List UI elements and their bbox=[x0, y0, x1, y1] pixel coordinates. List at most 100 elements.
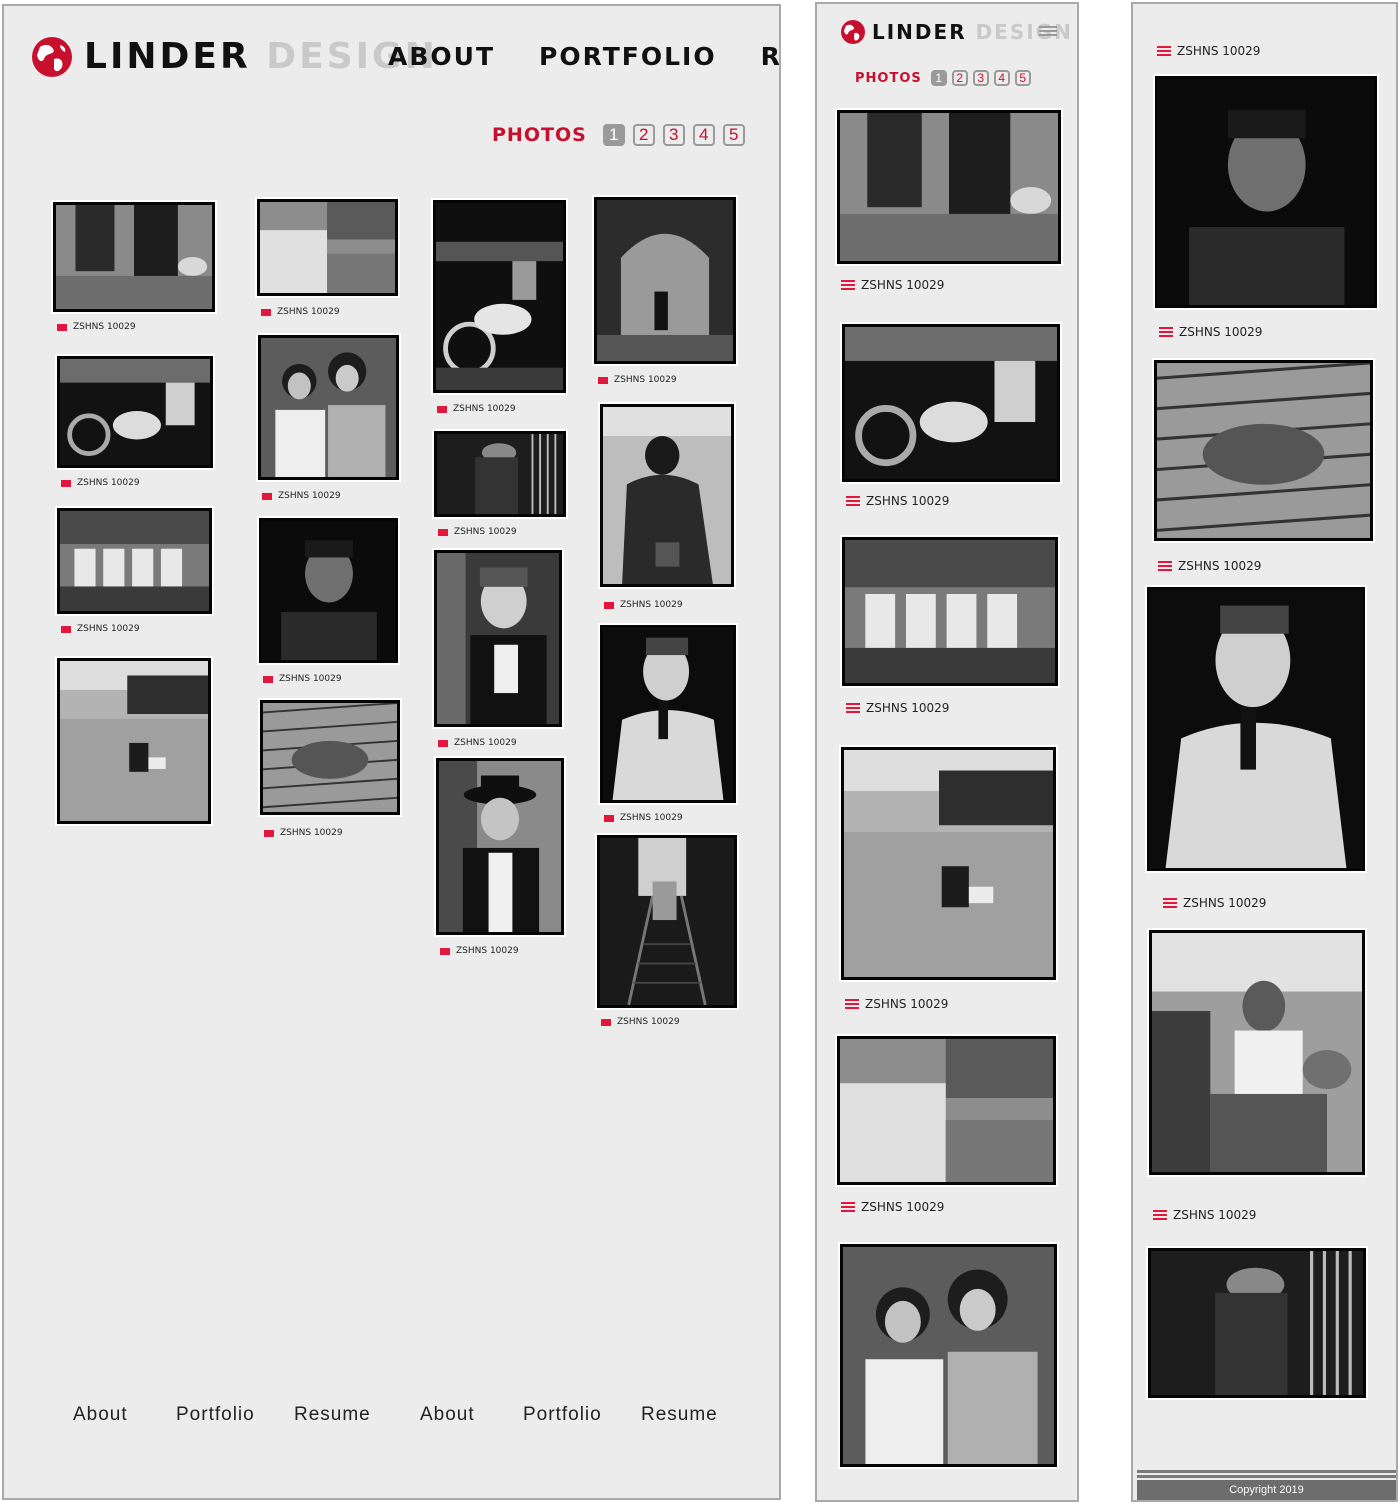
page-3-button[interactable]: 3 bbox=[972, 70, 989, 86]
caption-flag-icon bbox=[841, 1202, 855, 1212]
photo-police-arrest[interactable] bbox=[53, 202, 215, 312]
photo-caption: ZSHNS 10029 bbox=[277, 307, 340, 317]
caption-flag-icon bbox=[604, 814, 614, 822]
photo-caption: ZSHNS 10029 bbox=[614, 375, 677, 385]
photo-hyena[interactable] bbox=[260, 700, 400, 815]
caption-flag-icon bbox=[598, 376, 608, 384]
photo-caption: ZSHNS 10029 bbox=[620, 813, 683, 823]
photo-caption: ZSHNS 10029 bbox=[280, 828, 343, 838]
photo-mother-daughter[interactable] bbox=[258, 335, 399, 480]
photo-caption: ZSHNS 10029 bbox=[1173, 1208, 1257, 1222]
photo-biker-night[interactable] bbox=[433, 200, 566, 393]
caption-flag-icon bbox=[1159, 327, 1173, 337]
page-1-button[interactable]: 1 bbox=[602, 124, 625, 146]
desktop-layout: LINDER DESIGN ABOUT PORTFOLIO RESUME PHO… bbox=[2, 4, 781, 1500]
photo-man-beach[interactable] bbox=[57, 658, 211, 824]
photo-caption: ZSHNS 10029 bbox=[77, 624, 140, 634]
photo-mother-daughter[interactable] bbox=[840, 1244, 1057, 1467]
photo-caption: ZSHNS 10029 bbox=[454, 738, 517, 748]
globe-icon bbox=[841, 20, 865, 44]
nav-about[interactable]: ABOUT bbox=[388, 42, 495, 71]
photo-caption: ZSHNS 10029 bbox=[1178, 559, 1262, 573]
photo-subway-stairs[interactable] bbox=[597, 835, 737, 1008]
photo-caption: ZSHNS 10029 bbox=[279, 674, 342, 684]
photo-man-railing[interactable] bbox=[434, 431, 566, 517]
logo[interactable]: LINDER DESIGN bbox=[32, 36, 438, 77]
page-2-button[interactable]: 2 bbox=[951, 70, 968, 86]
photo-hyena[interactable] bbox=[1154, 360, 1373, 541]
photo-pager: PHOTOS 1 2 3 4 5 bbox=[855, 70, 1031, 86]
photo-woman-fur-coat[interactable] bbox=[600, 404, 734, 587]
brand-word-1: LINDER bbox=[84, 36, 251, 77]
photo-caption: ZSHNS 10029 bbox=[77, 478, 140, 488]
nav-resume[interactable]: RESUME bbox=[761, 42, 779, 71]
hamburger-icon[interactable] bbox=[1039, 26, 1057, 36]
photo-girls-bench[interactable] bbox=[57, 508, 212, 614]
photo-taxi-street[interactable] bbox=[837, 1036, 1056, 1185]
photo-caption: ZSHNS 10029 bbox=[861, 1200, 945, 1214]
photo-young-man-portrait[interactable] bbox=[259, 518, 398, 663]
photo-caption: ZSHNS 10029 bbox=[278, 491, 341, 501]
pager-label: PHOTOS bbox=[492, 124, 587, 146]
nav-portfolio[interactable]: PORTFOLIO bbox=[539, 42, 717, 71]
photo-man-revolver[interactable] bbox=[1147, 587, 1365, 871]
caption-flag-icon bbox=[437, 405, 447, 413]
page-3-button[interactable]: 3 bbox=[662, 124, 685, 146]
photo-caption: ZSHNS 10029 bbox=[866, 494, 950, 508]
page-2-button[interactable]: 2 bbox=[632, 124, 655, 146]
photo-caption: ZSHNS 10029 bbox=[456, 946, 519, 956]
photo-woman-sitting[interactable] bbox=[1149, 930, 1365, 1175]
top-nav: ABOUT PORTFOLIO RESUME bbox=[388, 42, 779, 71]
photo-archway-alley[interactable] bbox=[594, 197, 736, 364]
photo-caption: ZSHNS 10029 bbox=[1179, 325, 1263, 339]
globe-icon bbox=[32, 36, 72, 77]
caption-flag-icon bbox=[1163, 898, 1177, 908]
caption-flag-icon bbox=[1157, 46, 1171, 56]
footer-link-resume[interactable]: Resume bbox=[294, 1404, 371, 1426]
photo-caption: ZSHNS 10029 bbox=[1183, 896, 1267, 910]
photo-biker-garage[interactable] bbox=[57, 356, 213, 468]
photo-man-beach[interactable] bbox=[841, 747, 1056, 980]
photo-caption: ZSHNS 10029 bbox=[617, 1017, 680, 1027]
caption-flag-icon bbox=[841, 280, 855, 290]
brand-word-2: DESIGN bbox=[975, 20, 1073, 44]
caption-flag-icon bbox=[846, 496, 860, 506]
photo-man-railing[interactable] bbox=[1148, 1248, 1366, 1398]
photo-caption: ZSHNS 10029 bbox=[73, 322, 136, 332]
caption-flag-icon bbox=[261, 308, 271, 316]
footer-link-portfolio[interactable]: Portfolio bbox=[523, 1404, 602, 1426]
page-5-button[interactable]: 5 bbox=[722, 124, 745, 146]
caption-flag-icon bbox=[61, 625, 71, 633]
footer-link-portfolio[interactable]: Portfolio bbox=[176, 1404, 255, 1426]
pager-label: PHOTOS bbox=[855, 70, 922, 86]
caption-flag-icon bbox=[601, 1018, 611, 1026]
caption-flag-icon bbox=[263, 675, 273, 683]
page-1-button[interactable]: 1 bbox=[930, 70, 947, 86]
photo-caption: ZSHNS 10029 bbox=[620, 600, 683, 610]
caption-flag-icon bbox=[846, 703, 860, 713]
footer-link-resume[interactable]: Resume bbox=[641, 1404, 718, 1426]
footer-divider bbox=[1137, 1475, 1396, 1478]
photo-man-hat[interactable] bbox=[436, 758, 564, 935]
page-4-button[interactable]: 4 bbox=[993, 70, 1010, 86]
footer-link-about[interactable]: About bbox=[73, 1404, 128, 1426]
photo-caption: ZSHNS 10029 bbox=[1177, 44, 1261, 58]
photo-police-arrest[interactable] bbox=[837, 110, 1061, 264]
photo-girls-bench[interactable] bbox=[842, 537, 1058, 686]
photo-caption: ZSHNS 10029 bbox=[453, 404, 516, 414]
photo-man-revolver[interactable] bbox=[600, 625, 736, 803]
photo-pager: PHOTOS 1 2 3 4 5 bbox=[492, 124, 745, 146]
caption-flag-icon bbox=[438, 739, 448, 747]
photo-biker-garage[interactable] bbox=[842, 324, 1060, 482]
photo-woman-laughing[interactable] bbox=[434, 550, 562, 727]
photo-young-man-portrait[interactable] bbox=[1155, 76, 1377, 308]
photo-taxi-street[interactable] bbox=[257, 199, 398, 296]
page-4-button[interactable]: 4 bbox=[692, 124, 715, 146]
photo-caption: ZSHNS 10029 bbox=[861, 278, 945, 292]
brand-word-1: LINDER bbox=[872, 20, 967, 44]
footer-link-about[interactable]: About bbox=[420, 1404, 475, 1426]
page-5-button[interactable]: 5 bbox=[1014, 70, 1031, 86]
caption-flag-icon bbox=[845, 999, 859, 1009]
copyright-notice: Copyright 2019 bbox=[1137, 1480, 1396, 1500]
mobile-layout: LINDER DESIGN PHOTOS 1 2 3 4 5 ZSHNS 100… bbox=[815, 2, 1079, 1502]
